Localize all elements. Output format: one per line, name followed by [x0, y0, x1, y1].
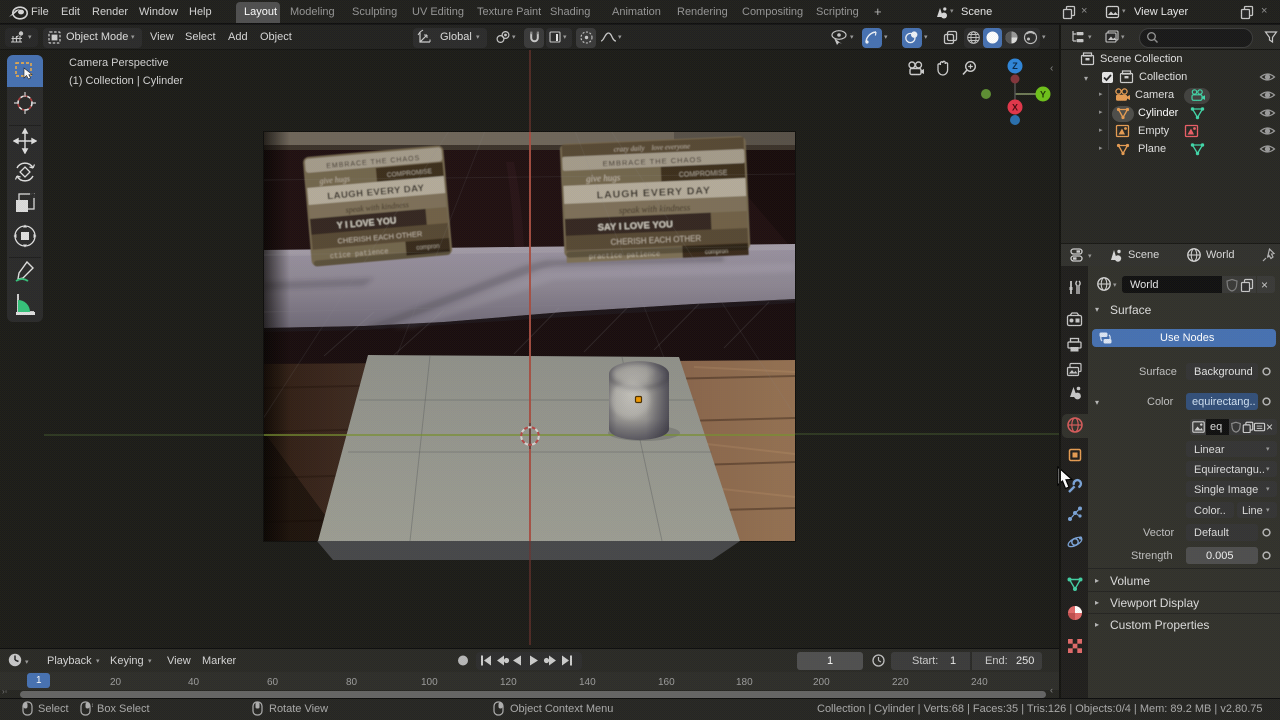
svg-text:↕: ↕: [91, 703, 93, 709]
svg-text:X: X: [1012, 103, 1018, 113]
svg-text:Z: Z: [1012, 61, 1018, 71]
svg-text:Y: Y: [1040, 90, 1046, 100]
